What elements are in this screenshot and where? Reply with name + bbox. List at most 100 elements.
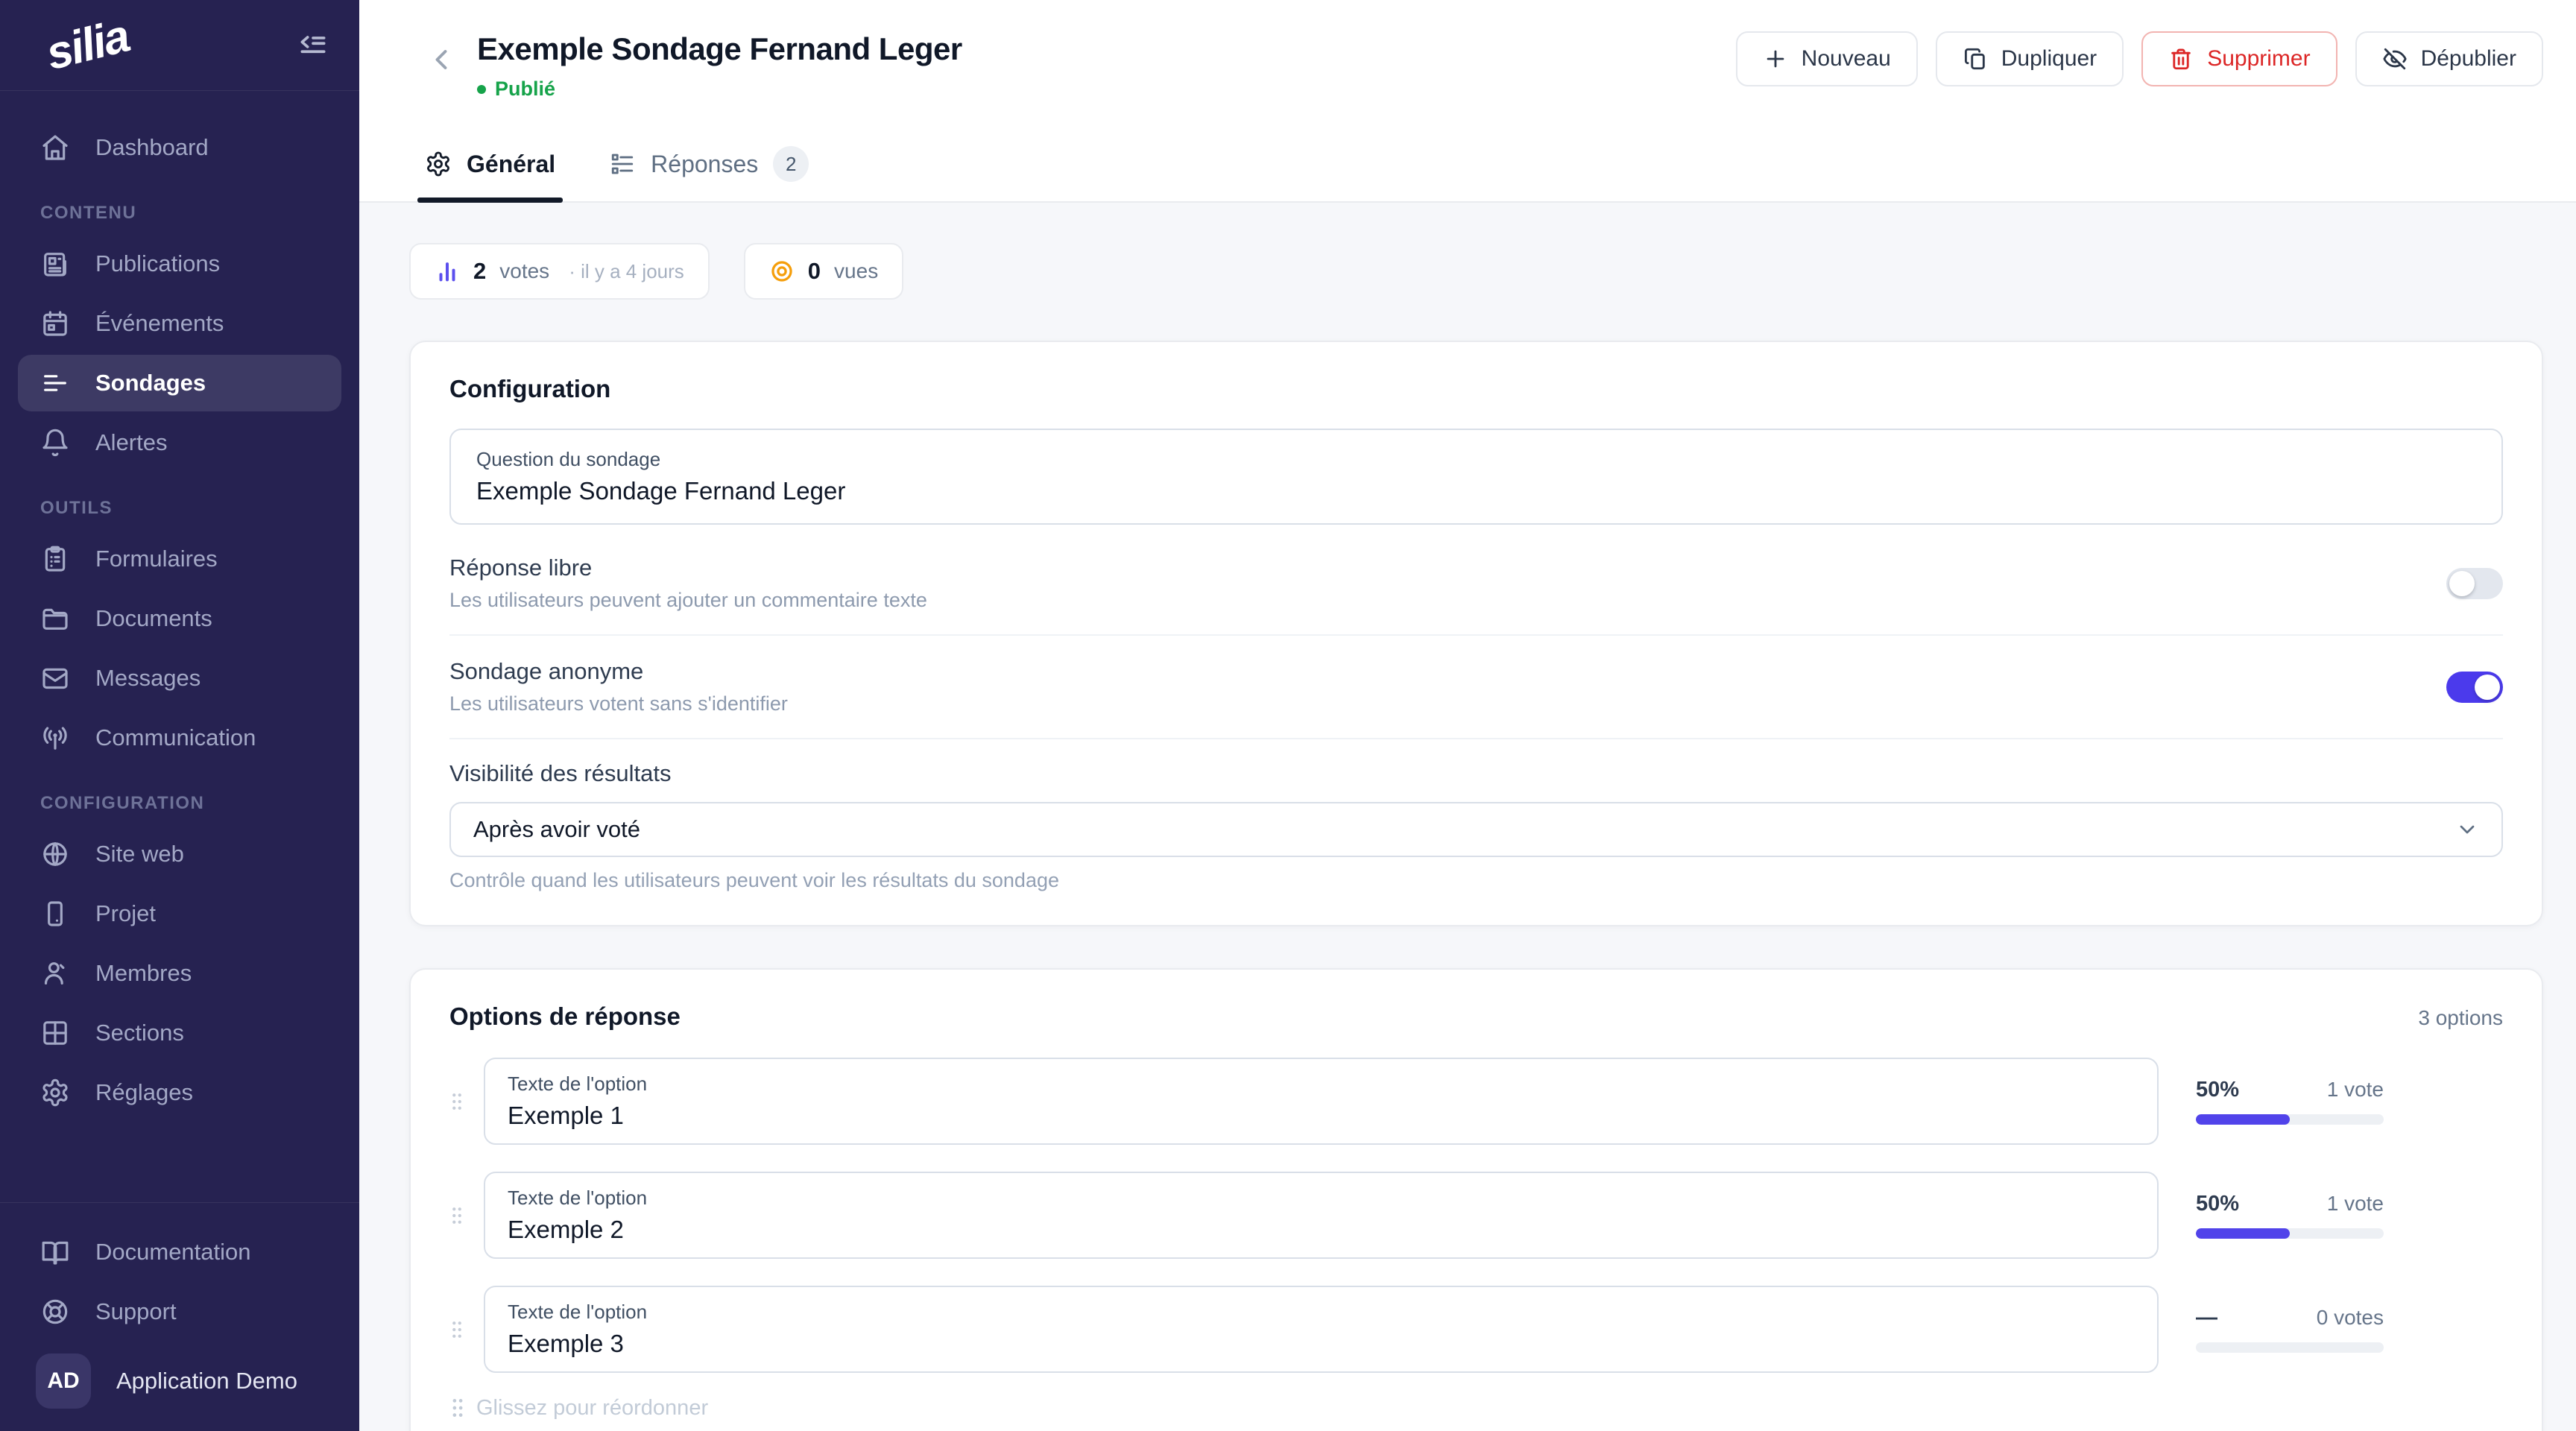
- visibility-help: Contrôle quand les utilisateurs peuvent …: [449, 869, 2503, 892]
- option-votes: 1 vote: [2327, 1078, 2384, 1102]
- option-field-label: Texte de l'option: [508, 1187, 2135, 1210]
- sidebar-item-projet[interactable]: Projet: [18, 885, 341, 942]
- home-icon: [40, 133, 70, 162]
- mail-icon: [40, 663, 70, 693]
- sidebar-item-label: Communication: [95, 724, 256, 751]
- plus-icon: [1763, 46, 1788, 72]
- options-count: 3 options: [2418, 1006, 2503, 1030]
- options-card: Options de réponse 3 options Texte de l'…: [409, 968, 2543, 1431]
- question-field[interactable]: Question du sondage Exemple Sondage Fern…: [449, 429, 2503, 525]
- gear-icon: [425, 151, 452, 177]
- sidebar-heading-outils: OUTILS: [40, 498, 319, 519]
- option-row: Texte de l'option Exemple 1 50% 1 vote: [449, 1058, 2503, 1145]
- visibility-selected-value: Après avoir voté: [473, 816, 640, 843]
- option-percent: 50%: [2196, 1192, 2239, 1216]
- status-badge: Publié: [477, 78, 962, 101]
- back-button[interactable]: [425, 43, 458, 76]
- sidebar-item-communication[interactable]: Communication: [18, 710, 341, 766]
- reorder-hint-label: Glissez pour réordonner: [476, 1396, 708, 1421]
- copy-icon: [1963, 46, 1988, 72]
- anonymous-toggle[interactable]: [2446, 672, 2503, 703]
- option-stats: 50% 1 vote: [2196, 1078, 2384, 1125]
- sidebar-item-alertes[interactable]: Alertes: [18, 414, 341, 471]
- sidebar-item-site-web[interactable]: Site web: [18, 826, 341, 882]
- sidebar-item-label: Projet: [95, 900, 156, 927]
- sidebar-item-reglages[interactable]: Réglages: [18, 1064, 341, 1121]
- sidebar-item-messages[interactable]: Messages: [18, 650, 341, 707]
- visibility-label: Visibilité des résultats: [449, 760, 2503, 787]
- sidebar: silia Dashboard CONTENU Publications Évé…: [0, 0, 359, 1431]
- status-label: Publié: [495, 78, 555, 101]
- sidebar-item-label: Membres: [95, 960, 192, 987]
- visibility-block: Visibilité des résultats Après avoir vot…: [449, 760, 2503, 892]
- votes-meta: · il y a 4 jours: [569, 260, 684, 283]
- user-icon: [40, 958, 70, 988]
- sidebar-user[interactable]: AD Application Demo: [18, 1353, 341, 1409]
- sidebar-item-documentation[interactable]: Documentation: [18, 1224, 341, 1280]
- anonymous-row: Sondage anonyme Les utilisateurs votent …: [449, 636, 2503, 739]
- drag-handle-icon[interactable]: [449, 1204, 466, 1228]
- page-title: Exemple Sondage Fernand Leger: [477, 31, 962, 67]
- delete-button[interactable]: Supprimer: [2141, 31, 2337, 86]
- votes-chip: 2 votes · il y a 4 jours: [409, 243, 710, 300]
- header-actions: Nouveau Dupliquer Supprimer Dépublier: [1736, 31, 2543, 86]
- option-progress-bar: [2196, 1228, 2384, 1239]
- sidebar-item-formulaires[interactable]: Formulaires: [18, 531, 341, 587]
- new-button[interactable]: Nouveau: [1736, 31, 1918, 86]
- smartphone-icon: [40, 899, 70, 929]
- sidebar-footer: Documentation Support AD Application Dem…: [0, 1202, 359, 1431]
- sidebar-item-label: Documents: [95, 605, 212, 632]
- anonymous-label: Sondage anonyme: [449, 658, 788, 685]
- sidebar-item-membres[interactable]: Membres: [18, 945, 341, 1002]
- sidebar-item-evenements[interactable]: Événements: [18, 295, 341, 352]
- sidebar-item-sections[interactable]: Sections: [18, 1005, 341, 1061]
- option-field-value: Exemple 3: [508, 1330, 2135, 1358]
- votes-label: votes: [499, 259, 549, 283]
- folder-icon: [40, 604, 70, 634]
- drag-handle-icon[interactable]: [449, 1090, 466, 1113]
- sidebar-item-documents[interactable]: Documents: [18, 590, 341, 647]
- sidebar-item-label: Sondages: [95, 370, 206, 397]
- tab-reponses[interactable]: Réponses 2: [609, 146, 809, 203]
- clipboard-icon: [40, 544, 70, 574]
- sidebar-item-label: Dashboard: [95, 134, 209, 161]
- free-response-toggle[interactable]: [2446, 568, 2503, 599]
- sidebar-item-label: Réglages: [95, 1079, 193, 1106]
- duplicate-button[interactable]: Dupliquer: [1936, 31, 2124, 86]
- page-content: 2 votes · il y a 4 jours 0 vues Configur…: [359, 203, 2576, 1431]
- tab-general[interactable]: Général: [425, 146, 555, 203]
- sidebar-item-dashboard[interactable]: Dashboard: [18, 119, 341, 176]
- sidebar-heading-contenu: CONTENU: [40, 203, 319, 224]
- sidebar-item-sondages[interactable]: Sondages: [18, 355, 341, 411]
- drag-handle-icon[interactable]: [449, 1318, 466, 1342]
- list-icon: [609, 151, 636, 177]
- gear-icon: [40, 1078, 70, 1108]
- broadcast-icon: [40, 723, 70, 753]
- sidebar-item-support[interactable]: Support: [18, 1283, 341, 1340]
- trash-icon: [2168, 46, 2194, 72]
- reorder-hint: Glissez pour réordonner: [449, 1395, 2503, 1421]
- user-name: Application Demo: [116, 1368, 297, 1394]
- option-text-field[interactable]: Texte de l'option Exemple 1: [484, 1058, 2159, 1145]
- option-text-field[interactable]: Texte de l'option Exemple 3: [484, 1286, 2159, 1373]
- life-buoy-icon: [40, 1297, 70, 1327]
- option-row: Texte de l'option Exemple 2 50% 1 vote: [449, 1172, 2503, 1259]
- option-percent: —: [2196, 1306, 2217, 1330]
- sidebar-item-publications[interactable]: Publications: [18, 236, 341, 292]
- option-percent: 50%: [2196, 1078, 2239, 1102]
- option-stats: 50% 1 vote: [2196, 1192, 2384, 1239]
- option-votes: 0 votes: [2317, 1306, 2384, 1330]
- option-stats: — 0 votes: [2196, 1306, 2384, 1353]
- visibility-select[interactable]: Après avoir voté: [449, 802, 2503, 857]
- option-field-value: Exemple 1: [508, 1102, 2135, 1130]
- sidebar-heading-configuration: CONFIGURATION: [40, 793, 319, 814]
- configuration-card: Configuration Question du sondage Exempl…: [409, 341, 2543, 926]
- free-response-description: Les utilisateurs peuvent ajouter un comm…: [449, 589, 927, 612]
- tab-badge: 2: [773, 146, 809, 182]
- unpublish-button[interactable]: Dépublier: [2355, 31, 2543, 86]
- status-dot-icon: [477, 85, 486, 94]
- option-text-field[interactable]: Texte de l'option Exemple 2: [484, 1172, 2159, 1259]
- sidebar-collapse-icon[interactable]: [297, 29, 329, 62]
- question-field-value: Exemple Sondage Fernand Leger: [476, 477, 2476, 505]
- option-votes: 1 vote: [2327, 1192, 2384, 1216]
